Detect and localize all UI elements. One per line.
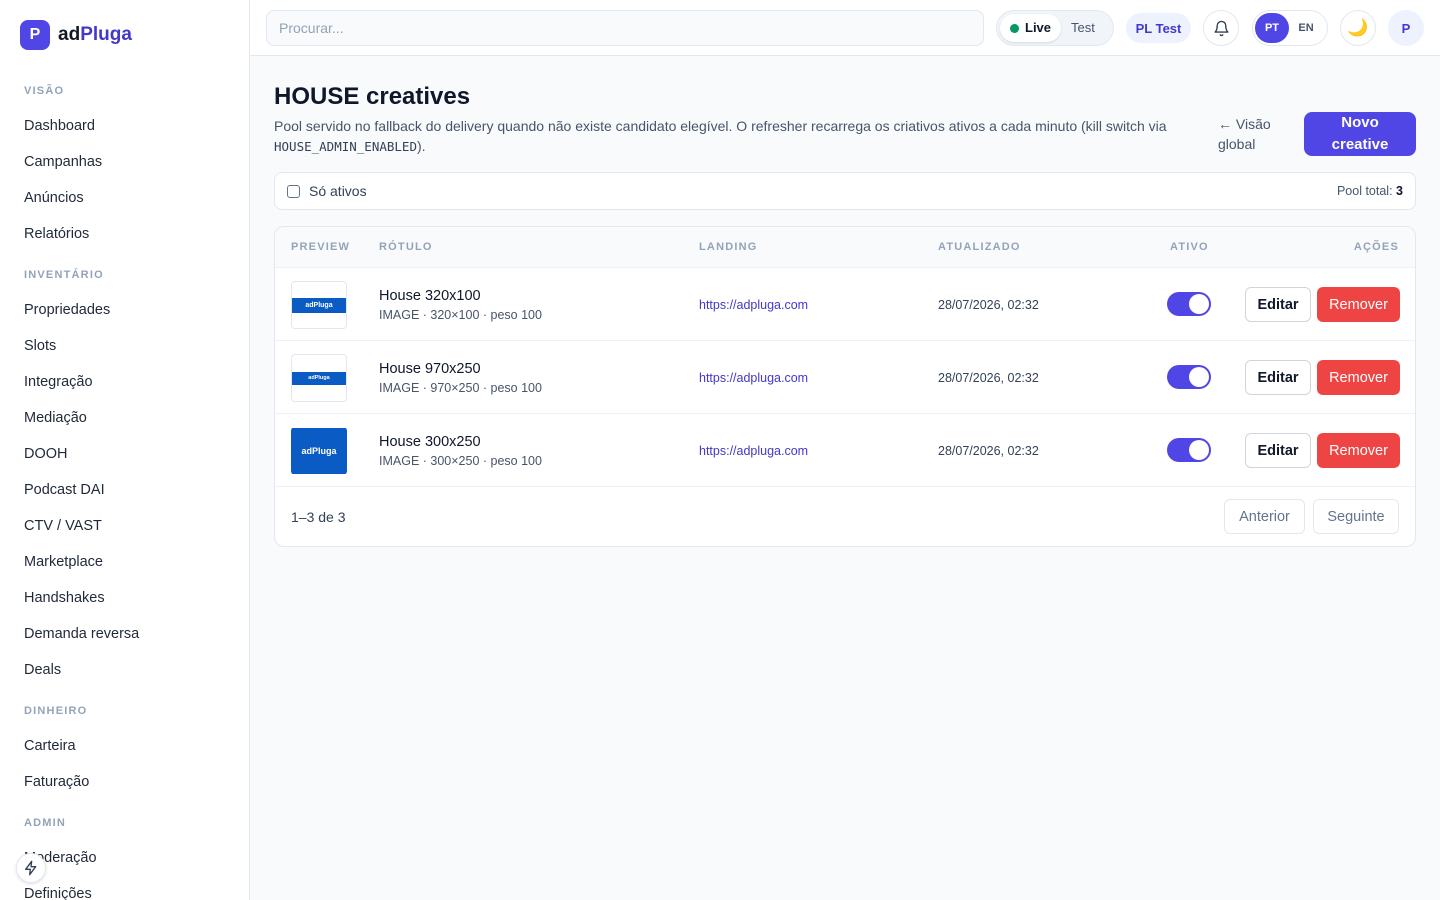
landing-link[interactable]: https://adpluga.com <box>699 298 808 312</box>
header-active: ATIVO <box>1170 241 1209 253</box>
only-active-checkbox[interactable] <box>287 184 300 198</box>
creative-banner: adPluga <box>291 428 347 474</box>
nav-section-title: VISÃO <box>24 85 65 97</box>
page-description-end: ). <box>417 138 426 154</box>
edit-button[interactable]: Editar <box>1245 287 1311 322</box>
language-switch: PT EN <box>1252 10 1328 46</box>
nav-section-title: INVENTÁRIO <box>24 269 104 281</box>
page-description-code: HOUSE_ADMIN_ENABLED <box>274 139 417 154</box>
only-active-label[interactable]: Só ativos <box>309 183 367 199</box>
pool-total-label: Pool total: <box>1336 184 1393 198</box>
table-footer: 1–3 de 3 Anterior Seguinte <box>275 486 1415 546</box>
table-header: PREVIEW RÓTULO LANDING ATUALIZADO ATIVO … <box>275 227 1415 267</box>
landing-link[interactable]: https://adpluga.com <box>699 371 808 385</box>
nav-section-title: DINHEIRO <box>24 705 88 717</box>
remove-button[interactable]: Remover <box>1317 360 1400 395</box>
page-description-text: Pool servido no fallback do delivery qua… <box>274 118 1167 134</box>
creative-meta: IMAGE · 300×250 · peso 100 <box>379 454 542 468</box>
remove-button[interactable]: Remover <box>1317 433 1400 468</box>
pagination-range: 1–3 de 3 <box>291 509 346 525</box>
header-actions: AÇÕES <box>1353 241 1399 253</box>
active-toggle[interactable] <box>1167 365 1211 389</box>
creative-label: House 970x250 <box>379 361 481 377</box>
sidebar-item-campanhas[interactable]: Campanhas <box>0 144 249 180</box>
creative-meta: IMAGE · 320×100 · peso 100 <box>379 308 542 322</box>
sidebar-item-relatorios[interactable]: Relatórios <box>0 216 249 252</box>
brand-name-prefix: ad <box>58 24 81 45</box>
updated-at: 28/07/2026, 02:32 <box>938 371 1039 385</box>
creative-preview: adPluga <box>291 427 347 475</box>
active-toggle[interactable] <box>1167 292 1211 316</box>
header-updated: ATUALIZADO <box>938 241 1021 253</box>
sidebar-item-dashboard[interactable]: Dashboard <box>0 108 249 144</box>
avatar[interactable]: P <box>1388 10 1424 46</box>
mode-test-option[interactable]: Test <box>1061 14 1105 42</box>
search-input[interactable] <box>266 10 984 46</box>
filter-bar: Só ativos Pool total: 3 <box>274 172 1416 210</box>
edit-button[interactable]: Editar <box>1245 360 1311 395</box>
landing-link[interactable]: https://adpluga.com <box>699 444 808 458</box>
header-landing: LANDING <box>699 241 758 253</box>
table-row: adPluga House 970x250 IMAGE · 970×250 · … <box>275 340 1415 413</box>
sidebar-item-demanda-reversa[interactable]: Demanda reversa <box>0 616 249 652</box>
sidebar-item-podcast-dai[interactable]: Podcast DAI <box>0 472 249 508</box>
sidebar-item-faturacao[interactable]: Faturação <box>0 764 249 800</box>
mode-toggle: Live Test <box>996 10 1114 46</box>
lang-en-option[interactable]: EN <box>1289 13 1323 43</box>
brand-name: adPluga <box>58 24 132 46</box>
previous-page-button[interactable]: Anterior <box>1224 499 1305 534</box>
table-row: adPluga House 320x100 IMAGE · 320×100 · … <box>275 267 1415 340</box>
live-status-icon <box>1010 23 1019 33</box>
sidebar-item-mediacao[interactable]: Mediação <box>0 400 249 436</box>
sidebar-item-slots[interactable]: Slots <box>0 328 249 364</box>
mode-live-option[interactable]: Live <box>1000 14 1062 42</box>
sidebar-item-marketplace[interactable]: Marketplace <box>0 544 249 580</box>
page-title: HOUSE creatives <box>274 83 471 110</box>
pool-total: Pool total: 3 <box>1337 184 1403 198</box>
pool-total-value: 3 <box>1396 184 1403 198</box>
sidebar-item-propriedades[interactable]: Propriedades <box>0 292 249 328</box>
edit-button[interactable]: Editar <box>1245 433 1311 468</box>
creative-label: House 320x100 <box>379 288 481 304</box>
remove-button[interactable]: Remover <box>1317 287 1400 322</box>
lang-pt-option[interactable]: PT <box>1255 13 1289 43</box>
bell-icon[interactable] <box>1203 10 1239 46</box>
sidebar-item-deals[interactable]: Deals <box>0 652 249 688</box>
sidebar-nav: VISÃO Dashboard Campanhas Anúncios Relat… <box>0 72 249 900</box>
table-row: adPluga House 300x250 IMAGE · 300×250 · … <box>275 413 1415 486</box>
brand[interactable]: P adPluga <box>20 20 132 50</box>
header-preview: PREVIEW <box>291 241 351 253</box>
brand-logo-icon: P <box>20 20 50 50</box>
mode-live-label: Live <box>1025 20 1052 35</box>
back-global-link[interactable]: ← Visão global <box>1218 114 1290 154</box>
sidebar-item-handshakes[interactable]: Handshakes <box>0 580 249 616</box>
sidebar-item-integracao[interactable]: Integração <box>0 364 249 400</box>
lightning-icon[interactable] <box>16 853 46 883</box>
sidebar-item-anuncios[interactable]: Anúncios <box>0 180 249 216</box>
header-label: RÓTULO <box>379 241 433 253</box>
creative-label: House 300x250 <box>379 434 481 450</box>
nav-section-title: ADMIN <box>24 817 67 829</box>
active-toggle[interactable] <box>1167 438 1211 462</box>
sidebar-item-dooh[interactable]: DOOH <box>0 436 249 472</box>
creative-banner: adPluga <box>292 297 346 313</box>
tenant-badge[interactable]: PL Test <box>1126 13 1191 43</box>
new-creative-button[interactable]: Novo creative <box>1304 112 1416 156</box>
creative-banner: adPluga <box>292 371 346 385</box>
next-page-button[interactable]: Seguinte <box>1313 499 1399 534</box>
creatives-table: PREVIEW RÓTULO LANDING ATUALIZADO ATIVO … <box>274 226 1416 547</box>
sidebar: P adPluga VISÃO Dashboard Campanhas Anún… <box>0 0 250 900</box>
sidebar-item-ctv-vast[interactable]: CTV / VAST <box>0 508 249 544</box>
creative-meta: IMAGE · 970×250 · peso 100 <box>379 381 542 395</box>
brand-name-suffix: Pluga <box>80 24 132 45</box>
updated-at: 28/07/2026, 02:32 <box>938 298 1039 312</box>
updated-at: 28/07/2026, 02:32 <box>938 444 1039 458</box>
moon-icon[interactable]: 🌙 <box>1340 10 1376 46</box>
topbar: Live Test PL Test PT EN 🌙 P <box>250 0 1440 56</box>
creative-preview: adPluga <box>291 281 347 329</box>
page-description: Pool servido no fallback do delivery qua… <box>274 116 1204 157</box>
sidebar-item-carteira[interactable]: Carteira <box>0 728 249 764</box>
creative-preview: adPluga <box>291 354 347 402</box>
